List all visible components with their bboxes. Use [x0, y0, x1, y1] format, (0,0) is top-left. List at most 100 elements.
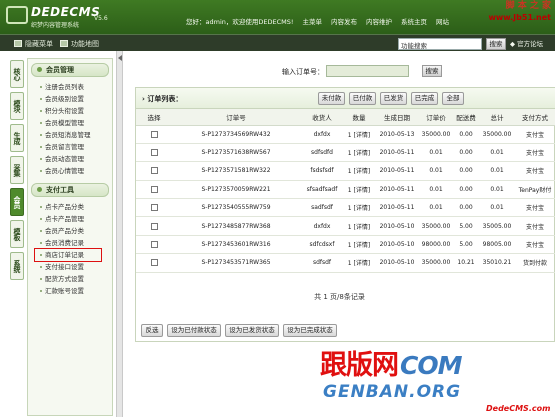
mark-shipped-button[interactable]: 设为已发货状态 [225, 324, 279, 337]
sidebar-item[interactable]: 会员消费记录 [40, 237, 112, 249]
function-map-link[interactable]: 功能地图 [71, 39, 99, 49]
hide-menu-icon[interactable] [14, 40, 22, 47]
sidebar-item[interactable]: 汇款账号设置 [40, 285, 112, 297]
nav-system-home[interactable]: 系统主页 [401, 16, 427, 26]
row-checkbox[interactable] [150, 259, 158, 267]
tab-template[interactable]: 模板 [10, 220, 24, 248]
table-row: S-P1273571638RW567 sdfsdfd 1 [详情] 2010-0… [136, 143, 555, 163]
order-query-row: 输入订单号： 搜索 [124, 60, 555, 80]
sidebar-item[interactable]: 会员动态管理 [40, 153, 112, 165]
hide-menu-link[interactable]: 隐藏菜单 [25, 39, 53, 49]
filter-paid-button[interactable]: 已付款 [349, 92, 376, 105]
order-number-label: 输入订单号： [282, 68, 324, 76]
site-watermark-url: www.Jb51.net [488, 13, 551, 22]
sidebar-item[interactable]: 会员模型管理 [40, 117, 112, 129]
nav-content-maintain[interactable]: 内容维护 [366, 16, 392, 26]
bulk-actions: 反选 设为已付款状态 设为已发货状态 设为已完成状态 [136, 322, 555, 342]
quantity-details-link[interactable]: 1 [详情] [344, 125, 374, 144]
table-header-row: 选择 订单号 收货人 数量 生成日期 订单价 配送费 总计 支付方式 [136, 109, 555, 126]
row-checkbox[interactable] [150, 167, 158, 175]
price-cell: 98000.00 [420, 235, 452, 255]
order-number-cell: S-P1273570059RW221 [172, 180, 300, 200]
sidebar-item-shop-orders[interactable]: 商店订单记录 [34, 248, 102, 262]
order-number-cell: S-P1273485877RW368 [172, 216, 300, 236]
consignee-cell: dxfdx [300, 216, 344, 236]
filter-unpaid-button[interactable]: 未付款 [318, 92, 345, 105]
total-cell: 0.01 [480, 143, 514, 163]
sidebar-item[interactable]: 点卡产品分类 [40, 201, 112, 213]
section-payment-tools[interactable]: 支付工具 [31, 183, 109, 197]
nav-site[interactable]: 网站 [436, 16, 449, 26]
quantity-details-link[interactable]: 1 [详情] [344, 180, 374, 200]
dedecms-logo[interactable]: DEDECMS V5.6 织梦内容管理系统 [6, 4, 126, 30]
payment-menu: 点卡产品分类 点卡产品管理 会员产品分类 会员消费记录 商店订单记录 支付接口设… [28, 201, 112, 297]
row-checkbox[interactable] [150, 241, 158, 249]
row-checkbox[interactable] [150, 222, 158, 230]
logo-text: DEDECMS [31, 5, 101, 19]
nav-content-publish[interactable]: 内容发布 [331, 16, 357, 26]
row-checkbox[interactable] [150, 149, 158, 157]
sidebar-item[interactable]: 配货方式设置 [40, 273, 112, 285]
sidebar-item[interactable]: 会员心情管理 [40, 165, 112, 177]
sidebar-item[interactable]: 积分头衔设置 [40, 105, 112, 117]
sidebar-item[interactable]: 会员产品分类 [40, 225, 112, 237]
quantity-details-link[interactable]: 1 [详情] [344, 253, 374, 273]
order-number-input[interactable] [326, 65, 409, 77]
table-row: S-P1273485877RW368 dxfdx 1 [详情] 2010-05-… [136, 216, 555, 236]
shipping-cell: 0.00 [452, 198, 480, 218]
consignee-cell: dxfdx [300, 125, 344, 144]
sidebar-item[interactable]: 点卡产品管理 [40, 213, 112, 225]
genban-watermark-logo: 跟版网COM [320, 343, 462, 382]
function-map-icon[interactable] [60, 40, 68, 47]
shipping-cell: 0.00 [452, 161, 480, 181]
row-checkbox[interactable] [150, 130, 158, 138]
tab-module[interactable]: 模块 [10, 92, 24, 120]
row-select-cell [136, 253, 172, 273]
sidebar-splitter[interactable] [116, 51, 123, 417]
sidebar-item[interactable]: 会员级别设置 [40, 93, 112, 105]
mark-paid-button[interactable]: 设为已付款状态 [167, 324, 221, 337]
nav-main-menu[interactable]: 主菜单 [302, 16, 322, 26]
filter-all-button[interactable]: 全部 [442, 92, 464, 105]
quantity-details-link[interactable]: 1 [详情] [344, 216, 374, 236]
logo-icon [6, 6, 28, 24]
collapse-arrow-icon[interactable] [118, 55, 122, 61]
table-row: S-P1273570059RW221 sfsadfsadf 1 [详情] 201… [136, 180, 555, 200]
tab-system[interactable]: 系统 [10, 252, 24, 280]
tab-collect[interactable]: 采集 [10, 156, 24, 184]
function-search-input[interactable]: 功能搜索 [398, 38, 482, 50]
date-cell: 2010-05-11 [374, 161, 420, 181]
row-select-cell [136, 143, 172, 163]
consignee-cell: sdfsdf [300, 253, 344, 273]
row-checkbox[interactable] [150, 204, 158, 212]
search-button[interactable]: 搜索 [486, 38, 506, 50]
price-cell: 0.01 [420, 198, 452, 218]
shipping-cell: 10.21 [452, 253, 480, 273]
sidebar-item[interactable]: 会员留言管理 [40, 141, 112, 153]
quantity-details-link[interactable]: 1 [详情] [344, 198, 374, 218]
filter-shipped-button[interactable]: 已发货 [380, 92, 407, 105]
order-search-button[interactable]: 搜索 [422, 65, 442, 77]
row-checkbox[interactable] [150, 185, 158, 193]
sidebar-item[interactable]: 注册会员列表 [40, 81, 112, 93]
tab-member[interactable]: 会员 [10, 188, 24, 216]
sidebar-item[interactable]: 会员短消息管理 [40, 129, 112, 141]
table-row: S-P1273540555RW759 sadfsdf 1 [详情] 2010-0… [136, 198, 555, 218]
sidebar-item[interactable]: 支付接口设置 [40, 261, 112, 273]
dedecms-watermark: DedeCMS.com [486, 404, 551, 413]
date-cell: 2010-05-10 [374, 253, 420, 273]
invert-selection-button[interactable]: 反选 [141, 324, 163, 337]
mark-completed-button[interactable]: 设为已完成状态 [283, 324, 337, 337]
quantity-details-link[interactable]: 1 [详情] [344, 161, 374, 181]
quantity-details-link[interactable]: 1 [详情] [344, 235, 374, 255]
quantity-details-link[interactable]: 1 [详情] [344, 143, 374, 163]
top-header: DEDECMS V5.6 织梦内容管理系统 您好：admin，欢迎使用DEDEC… [0, 0, 555, 34]
col-payment: 支付方式 [514, 109, 555, 126]
tab-generate[interactable]: 生成 [10, 124, 24, 152]
watermark-wang: 网 [372, 350, 399, 381]
section-member-management[interactable]: 会员管理 [31, 63, 109, 77]
forum-link[interactable]: ◆ 官方论坛 [510, 38, 543, 48]
tab-core[interactable]: 核心 [10, 60, 24, 88]
filter-completed-button[interactable]: 已完成 [411, 92, 438, 105]
watermark-com: COM [400, 351, 462, 380]
